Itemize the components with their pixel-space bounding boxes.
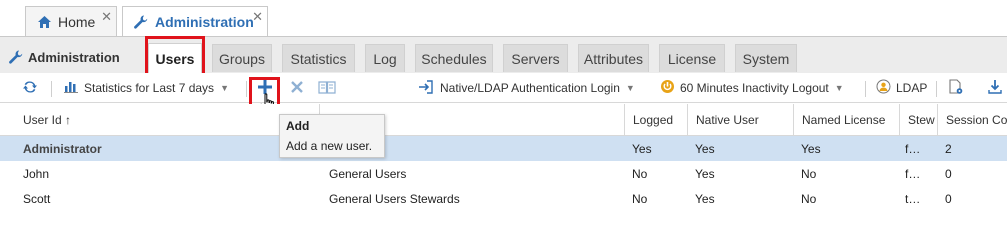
cell-steward: f…: [905, 141, 921, 156]
login-icon: [418, 79, 434, 97]
cell-group: General Users: [329, 166, 407, 181]
wrench-icon: [8, 49, 24, 65]
authentication-mode-label: Native/LDAP Authentication Login: [440, 81, 620, 95]
toolbar: Statistics for Last 7 days ▼ Native/LDAP…: [0, 73, 1007, 103]
bar-chart-icon: [64, 80, 78, 96]
chevron-down-icon: ▼: [625, 83, 635, 93]
column-header-user-id[interactable]: User Id ↑: [0, 104, 319, 136]
power-icon: [660, 79, 675, 97]
document-settings-icon: [948, 78, 964, 98]
toolbar-separator: [936, 81, 937, 97]
tab-servers[interactable]: Servers: [503, 44, 568, 72]
tab-statistics[interactable]: Statistics: [282, 44, 355, 72]
user-circle-icon: [876, 79, 891, 97]
chevron-down-icon: ▼: [834, 83, 844, 93]
refresh-button[interactable]: [22, 73, 38, 103]
tab-home[interactable]: Home ✕: [25, 6, 117, 36]
toolbar-separator: [246, 81, 247, 97]
cell-user-id: Scott: [23, 191, 51, 206]
add-button-tooltip: Add Add a new user.: [279, 114, 385, 158]
column-header-named-license[interactable]: Named License: [793, 104, 899, 136]
authentication-mode-dropdown[interactable]: Native/LDAP Authentication Login ▼: [418, 73, 635, 103]
ldap-label: LDAP: [896, 81, 928, 95]
tab-license[interactable]: License: [659, 44, 725, 72]
inactivity-logout-label: 60 Minutes Inactivity Logout: [680, 81, 829, 95]
cell-named-license: No: [801, 191, 817, 206]
tab-administration-label: Administration: [155, 14, 254, 30]
column-header-logged[interactable]: Logged: [624, 104, 687, 136]
table-row[interactable]: Administrator …tors Yes Yes Yes f… 2: [0, 136, 1007, 161]
tab-groups[interactable]: Groups: [212, 44, 272, 72]
users-grid-header: User Id ↑ Logged Native User Named Licen…: [0, 104, 1007, 136]
cell-steward: f…: [905, 166, 921, 181]
wrench-icon: [133, 14, 149, 30]
toolbar-separator: [51, 81, 52, 97]
ldap-settings-button[interactable]: [948, 73, 964, 103]
cell-user-id: John: [23, 166, 50, 181]
statistics-period-label: Statistics for Last 7 days: [84, 81, 215, 95]
cell-steward: t…: [905, 191, 921, 206]
cell-native-user: Yes: [695, 166, 715, 181]
tab-system[interactable]: System: [735, 44, 797, 72]
cell-named-license: No: [801, 166, 817, 181]
close-icon[interactable]: ✕: [101, 9, 112, 25]
refresh-icon: [22, 79, 38, 98]
delete-icon: [290, 80, 304, 97]
table-row[interactable]: John General Users No Yes No f… 0: [0, 161, 1007, 186]
users-tab-highlight: [145, 36, 205, 76]
cell-session-count: 0: [945, 191, 952, 206]
close-icon[interactable]: ✕: [252, 9, 263, 25]
tooltip-title: Add: [286, 119, 310, 133]
tab-schedules[interactable]: Schedules: [415, 44, 493, 72]
inactivity-logout-dropdown[interactable]: 60 Minutes Inactivity Logout ▼: [660, 73, 844, 103]
admin-section-label: Administration: [28, 49, 120, 65]
home-icon: [36, 14, 52, 30]
user-details-button[interactable]: [318, 73, 336, 103]
top-tab-bar: Home ✕ Administration ✕: [0, 0, 1007, 37]
cell-session-count: 2: [945, 141, 952, 156]
column-header-session-count[interactable]: Session Cou: [937, 104, 1007, 136]
delete-user-button[interactable]: [290, 73, 304, 103]
cell-logged: Yes: [632, 141, 652, 156]
admin-section-title: Administration: [8, 49, 120, 65]
toolbar-separator: [865, 81, 866, 97]
tab-administration[interactable]: Administration ✕: [122, 6, 268, 37]
cell-native-user: Yes: [695, 141, 715, 156]
cell-logged: No: [632, 166, 648, 181]
cell-group: General Users Stewards: [329, 191, 460, 206]
cell-logged: No: [632, 191, 648, 206]
download-icon: [988, 79, 1002, 97]
tab-log[interactable]: Log: [365, 44, 405, 72]
tab-home-label: Home: [58, 13, 96, 30]
cell-named-license: Yes: [801, 141, 821, 156]
column-header-native-user[interactable]: Native User: [687, 104, 793, 136]
statistics-period-dropdown[interactable]: Statistics for Last 7 days ▼: [64, 73, 229, 103]
export-button[interactable]: [988, 73, 1002, 103]
cell-native-user: Yes: [695, 191, 715, 206]
tooltip-body: Add a new user.: [286, 139, 373, 153]
ldap-button[interactable]: LDAP: [876, 73, 927, 103]
table-row[interactable]: Scott General Users Stewards No Yes No t…: [0, 186, 1007, 211]
tab-attributes[interactable]: Attributes: [578, 44, 649, 72]
book-icon: [318, 80, 336, 97]
column-header-steward[interactable]: Stew: [899, 104, 937, 136]
chevron-down-icon: ▼: [220, 83, 229, 93]
cell-user-id: Administrator: [23, 141, 102, 156]
cell-session-count: 0: [945, 166, 952, 181]
